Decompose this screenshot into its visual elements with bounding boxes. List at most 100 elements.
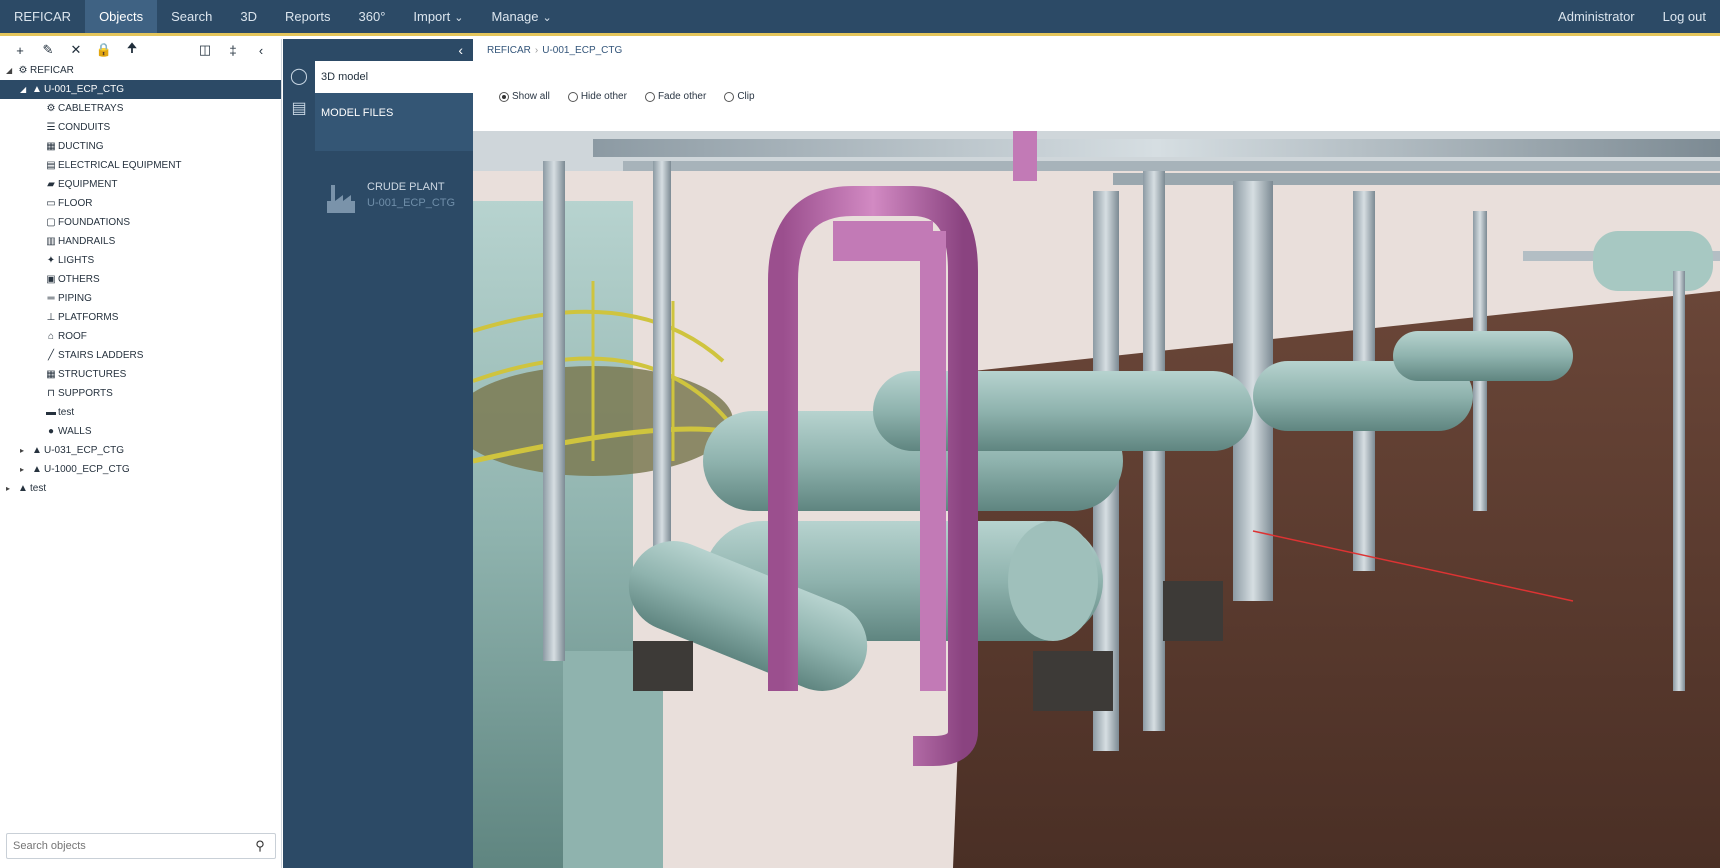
nav-brand[interactable]: REFICAR xyxy=(0,0,85,33)
collapse-panel-icon[interactable]: ‹ xyxy=(458,42,463,58)
tree-item-others[interactable]: ▣ OTHERS xyxy=(0,270,281,289)
panel-icon[interactable]: ◫ xyxy=(191,42,219,58)
nav-import[interactable]: Import ⌄ xyxy=(399,0,477,33)
tree-item-handrails[interactable]: ▥ HANDRAILS xyxy=(0,232,281,251)
comment-icon[interactable]: ▤ xyxy=(283,93,315,125)
pin-icon[interactable]: ‡ xyxy=(219,43,247,58)
search-objects: ⚲ xyxy=(6,833,276,859)
tree-item-lights[interactable]: ✦ LIGHTS xyxy=(0,251,281,270)
unit-icon: ▲ xyxy=(32,445,42,456)
tree-item-label: STRUCTURES xyxy=(58,369,127,380)
tree-item-equipment[interactable]: ▰ EQUIPMENT xyxy=(0,175,281,194)
delete-icon[interactable]: ✕ xyxy=(62,42,90,58)
tree-item-sibling[interactable]: ▸ ▲ U-1000_ECP_CTG xyxy=(0,460,281,479)
collapse-arrow-icon[interactable]: ◢ xyxy=(6,61,16,80)
expand-arrow-icon[interactable]: ▸ xyxy=(20,460,30,479)
tree-root-other[interactable]: ▸ ▲ test xyxy=(0,479,281,498)
edit-icon[interactable]: ✎ xyxy=(34,42,62,58)
nav-objects[interactable]: Objects xyxy=(85,0,158,33)
tree-item-roof[interactable]: ⌂ ROOF xyxy=(0,327,281,346)
chevron-down-icon: ⌄ xyxy=(454,12,464,24)
model-file-item[interactable]: CRUDE PLANT U-001_ECP_CTG xyxy=(323,179,455,215)
tree-item-label: PIPING xyxy=(58,293,92,304)
tree-root[interactable]: ◢ ⚙ REFICAR xyxy=(0,61,281,80)
unit-icon: ▲ xyxy=(32,84,42,95)
tab-3d-model[interactable]: 3D model xyxy=(315,61,473,93)
factory-icon xyxy=(327,185,355,213)
model-file-subtitle: U-001_ECP_CTG xyxy=(367,197,456,209)
support-icon: ⊓ xyxy=(47,388,55,399)
tree-item-electrical-equipment[interactable]: ▤ ELECTRICAL EQUIPMENT xyxy=(0,156,281,175)
move-up-icon[interactable]: 🠉 xyxy=(118,39,146,61)
top-navigation: REFICAR Objects Search 3D Reports 360° I… xyxy=(0,0,1720,36)
radio-clip[interactable]: Clip xyxy=(724,91,755,102)
breadcrumb-root[interactable]: REFICAR xyxy=(487,45,531,56)
tree-item-test[interactable]: ▬ test xyxy=(0,403,281,422)
plant-3d-render xyxy=(473,131,1720,868)
structure-icon: ▦ xyxy=(46,369,56,380)
search-icon[interactable]: ⚲ xyxy=(245,838,275,854)
tree-item-structures[interactable]: ▦ STRUCTURES xyxy=(0,365,281,384)
radio-fade-other[interactable]: Fade other xyxy=(644,91,706,102)
tree-item-label: ELECTRICAL EQUIPMENT xyxy=(58,160,182,171)
tree-item-label: WALLS xyxy=(58,426,92,437)
view-options: Show all Hide other Fade other Clip xyxy=(499,91,773,102)
nav-search[interactable]: Search xyxy=(157,0,226,33)
tree-item-label: STAIRS LADDERS xyxy=(58,350,144,361)
nav-3d[interactable]: 3D xyxy=(226,0,271,33)
content-header: REFICAR › U-001_ECP_CTG Show all Hide othe… xyxy=(473,39,1720,131)
tab-model-files[interactable]: MODEL FILES xyxy=(315,93,473,125)
tree-item-label: PLATFORMS xyxy=(58,312,119,323)
tree-item-selected[interactable]: ◢ ▲ U-001_ECP_CTG xyxy=(0,80,281,99)
tree-item-foundations[interactable]: ▢ FOUNDATIONS xyxy=(0,213,281,232)
lock-icon[interactable]: 🔒 xyxy=(90,42,118,58)
tree-item-walls[interactable]: ● WALLS xyxy=(0,422,281,441)
tree-item-label: U-001_ECP_CTG xyxy=(44,84,125,95)
tree-item-supports[interactable]: ⊓ SUPPORTS xyxy=(0,384,281,403)
nav-360[interactable]: 360° xyxy=(345,0,400,33)
chevron-down-icon: ⌄ xyxy=(542,12,552,24)
tree-item-piping[interactable]: ═ PIPING xyxy=(0,289,281,308)
tree-item-label: CONDUITS xyxy=(58,122,111,133)
add-icon[interactable]: + xyxy=(6,43,34,58)
expand-arrow-icon[interactable]: ▸ xyxy=(20,441,30,460)
nav-reports[interactable]: Reports xyxy=(271,0,345,33)
tree-item-label: FLOOR xyxy=(58,198,93,209)
tree-item-label: FOUNDATIONS xyxy=(58,217,131,228)
others-icon: ▣ xyxy=(46,274,56,285)
3d-viewport[interactable] xyxy=(473,131,1720,868)
object-tree-panel: + ✎ ✕ 🔒 🠉 ◫ ‡ ‹ ◢ ⚙ REFICAR ◢ ▲ U-001_ECP_CT… xyxy=(0,39,282,868)
expand-arrow-icon[interactable]: ▸ xyxy=(6,479,16,498)
nav-user[interactable]: Administrator xyxy=(1544,0,1649,33)
tree-item-conduits[interactable]: ☰ CONDUITS xyxy=(0,118,281,137)
radio-hide-other[interactable]: Hide other xyxy=(567,91,627,102)
tree-item-platforms[interactable]: ⊥ PLATFORMS xyxy=(0,308,281,327)
wall-icon: ● xyxy=(47,426,55,437)
tree-item-label: LIGHTS xyxy=(58,255,95,266)
tree-item-sibling[interactable]: ▸ ▲ U-031_ECP_CTG xyxy=(0,441,281,460)
collapse-icon[interactable]: ‹ xyxy=(247,43,275,58)
light-icon: ✦ xyxy=(46,255,56,266)
tree-item-ducting[interactable]: ▦ DUCTING xyxy=(0,137,281,156)
tree-item-floor[interactable]: ▭ FLOOR xyxy=(0,194,281,213)
tree-item-stairs-ladders[interactable]: ╱ STAIRS LADDERS xyxy=(0,346,281,365)
search-input[interactable] xyxy=(7,840,245,852)
cube-icon[interactable]: ◯ xyxy=(283,61,315,93)
nav-logout[interactable]: Log out xyxy=(1649,0,1720,33)
radio-icon xyxy=(724,91,735,102)
tree-item-label: DUCTING xyxy=(58,141,104,152)
unit-icon: ▲ xyxy=(32,464,42,475)
handrail-icon: ▥ xyxy=(46,236,56,247)
nav-manage-label: Manage xyxy=(491,9,539,24)
electrical-icon: ▤ xyxy=(46,160,56,171)
tree-item-cabletrays[interactable]: ⚙ CABLETRAYS xyxy=(0,99,281,118)
unit-icon: ▲ xyxy=(18,483,28,494)
radio-selected-icon xyxy=(499,91,509,102)
roof-icon: ⌂ xyxy=(47,331,55,342)
equipment-icon: ▰ xyxy=(47,179,55,190)
radio-show-all[interactable]: Show all xyxy=(499,91,550,102)
collapse-arrow-icon[interactable]: ◢ xyxy=(20,80,30,99)
ducting-icon: ▦ xyxy=(46,141,56,152)
object-tree: ◢ ⚙ REFICAR ◢ ▲ U-001_ECP_CTG ⚙ CABLETRAYS ☰ CO… xyxy=(0,61,281,498)
nav-manage[interactable]: Manage ⌄ xyxy=(477,0,565,33)
